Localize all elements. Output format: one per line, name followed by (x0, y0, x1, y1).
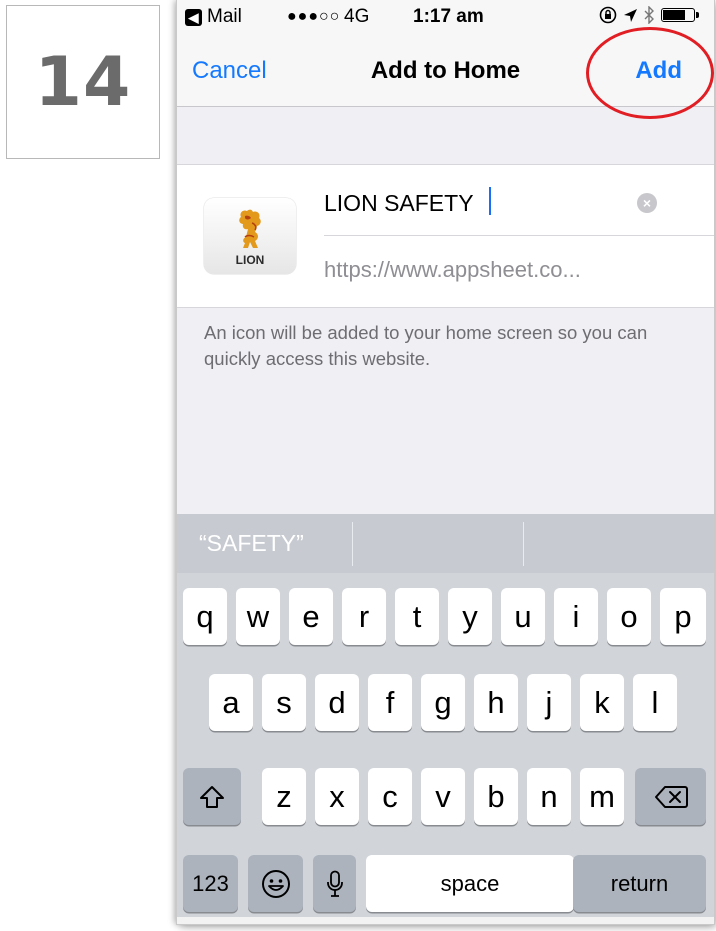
keyboard: “SAFETY” q w e r t y u i o p a s d f g h… (177, 514, 714, 924)
delete-key[interactable] (635, 768, 706, 825)
device-edge (177, 917, 714, 924)
signal-strength: ●●●○○ (287, 8, 341, 25)
emoji-key[interactable] (248, 855, 303, 912)
predictive-bar: “SAFETY” (177, 514, 714, 573)
key-h[interactable]: h (474, 674, 518, 731)
location-arrow-icon (624, 8, 637, 22)
key-b[interactable]: b (474, 768, 518, 825)
suggestion-item[interactable]: “SAFETY” (199, 514, 304, 573)
bluetooth-icon (644, 6, 654, 24)
step-number: 14 (34, 42, 132, 122)
key-t[interactable]: t (395, 588, 439, 645)
text-cursor (489, 187, 491, 215)
hint-text: An icon will be added to your home scree… (204, 322, 648, 369)
title-input[interactable] (324, 186, 624, 220)
highlight-annotation-circle (586, 27, 714, 119)
backspace-icon (654, 785, 688, 808)
key-j[interactable]: j (527, 674, 571, 731)
back-app-label[interactable]: Mail (207, 6, 242, 28)
app-icon-brand: LION (235, 253, 265, 267)
suggestion-divider (523, 522, 524, 566)
key-s[interactable]: s (262, 674, 306, 731)
orientation-lock-icon (599, 6, 617, 24)
numbers-key[interactable]: 123 (183, 855, 238, 912)
key-y[interactable]: y (448, 588, 492, 645)
network-type: 4G (344, 6, 370, 27)
emoji-icon (261, 869, 290, 898)
status-time: 1:17 am (413, 6, 484, 27)
key-q[interactable]: q (183, 588, 227, 645)
back-to-app-icon[interactable]: ◀ (185, 9, 202, 26)
return-key[interactable]: return (573, 855, 706, 912)
key-n[interactable]: n (527, 768, 571, 825)
key-d[interactable]: d (315, 674, 359, 731)
key-u[interactable]: u (501, 588, 545, 645)
shift-key[interactable] (183, 768, 241, 825)
step-number-box: 14 (6, 5, 160, 159)
key-k[interactable]: k (580, 674, 624, 731)
field-divider (324, 235, 714, 236)
shift-arrow-icon (200, 785, 224, 808)
status-icons (599, 6, 699, 24)
key-z[interactable]: z (262, 768, 306, 825)
phone-screen: ◀ Mail ●●●○○ 4G 1:17 am Cancel Add to Ho… (177, 0, 714, 924)
app-icon-preview: LION (204, 198, 296, 274)
key-g[interactable]: g (421, 674, 465, 731)
key-r[interactable]: r (342, 588, 386, 645)
add-to-home-form: LION × https://www.appsheet.co... (177, 164, 714, 308)
key-v[interactable]: v (421, 768, 465, 825)
key-x[interactable]: x (315, 768, 359, 825)
key-a[interactable]: a (209, 674, 253, 731)
dictation-key[interactable] (313, 855, 356, 912)
microphone-icon (326, 870, 343, 897)
key-e[interactable]: e (289, 588, 333, 645)
url-field: https://www.appsheet.co... (324, 257, 581, 282)
space-key[interactable]: space (366, 855, 574, 912)
key-f[interactable]: f (368, 674, 412, 731)
key-p[interactable]: p (660, 588, 706, 645)
key-w[interactable]: w (236, 588, 280, 645)
lion-logo-icon (239, 209, 261, 248)
key-m[interactable]: m (580, 768, 624, 825)
key-l[interactable]: l (633, 674, 677, 731)
battery-icon (661, 8, 699, 22)
key-i[interactable]: i (554, 588, 598, 645)
clear-text-icon[interactable]: × (637, 193, 657, 213)
suggestion-divider (352, 522, 353, 566)
key-c[interactable]: c (368, 768, 412, 825)
key-o[interactable]: o (607, 588, 651, 645)
